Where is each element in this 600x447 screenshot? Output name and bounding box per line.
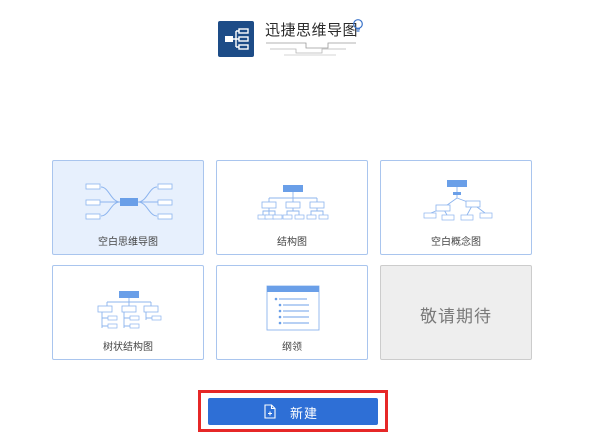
lightbulb-icon <box>353 19 363 32</box>
template-card-outline[interactable]: 纲领 <box>216 265 368 360</box>
concept-map-icon <box>423 180 493 221</box>
template-card-label: 空白概念图 <box>431 237 481 248</box>
new-button-label: 新建 <box>290 407 319 422</box>
outline-icon <box>266 285 320 331</box>
template-card-tree[interactable]: 树状结构图 <box>52 265 204 360</box>
app-header: 迅捷思维导图 <box>218 16 388 62</box>
template-card-blank-concept[interactable]: 空白概念图 <box>380 160 532 255</box>
template-card-label: 树状结构图 <box>103 342 153 353</box>
template-card-label: 纲领 <box>282 342 302 353</box>
template-card-coming-soon: 敬请期待 <box>380 265 532 360</box>
coming-soon-label: 敬请期待 <box>420 307 492 327</box>
app-title: 迅捷思维导图 <box>265 21 359 39</box>
template-card-structure[interactable]: 结构图 <box>216 160 368 255</box>
tree-chart-icon <box>97 291 162 329</box>
app-logo-icon <box>218 21 254 57</box>
new-button[interactable]: 新建 <box>208 398 378 425</box>
template-card-label: 结构图 <box>277 237 307 248</box>
template-card-label: 空白思维导图 <box>98 237 158 248</box>
circuit-decoration-icon <box>266 42 356 56</box>
org-chart-icon <box>257 185 329 220</box>
template-card-blank-mindmap[interactable]: 空白思维导图 <box>52 160 204 255</box>
new-document-icon <box>264 404 276 419</box>
mindmap-icon <box>85 183 173 220</box>
